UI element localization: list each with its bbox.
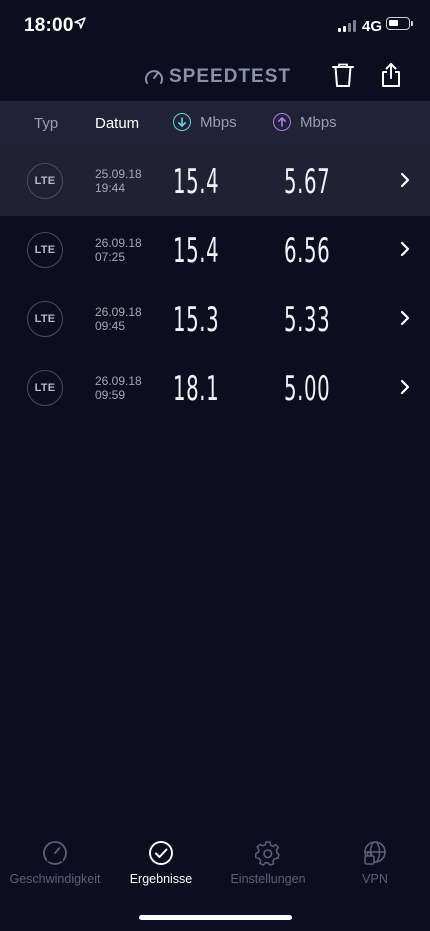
upload-arrow-icon <box>273 113 291 131</box>
chevron-right-icon <box>400 241 410 257</box>
connection-type-badge: LTE <box>27 163 63 199</box>
result-datetime: 26.09.18 09:59 <box>95 374 142 402</box>
speedtest-logo: SPEEDTEST <box>144 66 291 88</box>
network-type: 4G <box>362 18 383 35</box>
logo-text: SPEEDTEST <box>169 66 291 87</box>
result-time: 09:59 <box>95 388 126 402</box>
share-icon <box>382 63 400 87</box>
trash-icon <box>332 63 354 87</box>
result-time: 09:45 <box>95 319 126 333</box>
download-unit-label: Mbps <box>200 113 237 131</box>
tab-settings-label: Einstellungen <box>230 872 306 886</box>
speedometer-icon <box>145 70 163 84</box>
checkmark-circle-icon <box>149 841 173 865</box>
download-value: 15.3 <box>173 300 220 340</box>
result-time: 19:44 <box>95 181 126 195</box>
chevron-right-icon <box>400 379 410 395</box>
delete-button[interactable] <box>331 62 355 93</box>
tab-speed-label: Geschwindigkeit <box>9 872 101 886</box>
download-value: 15.4 <box>173 162 220 202</box>
result-row[interactable]: LTE 26.09.18 09:45 15.3 5.33 <box>0 285 430 354</box>
column-upload[interactable]: Mbps <box>273 113 337 131</box>
tab-vpn[interactable]: VPN <box>320 840 430 886</box>
share-button[interactable] <box>380 62 402 93</box>
column-date[interactable]: Datum <box>95 115 139 132</box>
result-date: 26.09.18 <box>95 374 142 388</box>
tab-bar: Geschwindigkeit Ergebnisse Einstellungen… <box>0 840 430 900</box>
download-value: 18.1 <box>173 369 220 409</box>
result-date: 26.09.18 <box>95 236 142 250</box>
result-datetime: 26.09.18 07:25 <box>95 236 142 264</box>
column-type[interactable]: Typ <box>34 115 58 132</box>
tab-results[interactable]: Ergebnisse <box>106 840 216 886</box>
result-row[interactable]: LTE 26.09.18 09:59 18.1 5.00 <box>0 354 430 423</box>
result-time: 07:25 <box>95 250 126 264</box>
speedometer-icon <box>43 841 67 865</box>
upload-value: 5.00 <box>284 369 331 409</box>
tab-settings[interactable]: Einstellungen <box>213 840 323 886</box>
upload-value: 5.33 <box>284 300 331 340</box>
column-download[interactable]: Mbps <box>173 113 237 131</box>
result-row[interactable]: LTE 26.09.18 07:25 15.4 6.56 <box>0 216 430 285</box>
status-time: 18:00 <box>24 15 74 36</box>
results-column-header: Typ Datum Mbps Mbps <box>0 101 430 147</box>
chevron-right-icon <box>400 172 410 188</box>
results-list: LTE 25.09.18 19:44 15.4 5.67 LTE 26.09.1… <box>0 147 430 423</box>
chevron-right-icon <box>400 310 410 326</box>
result-date: 25.09.18 <box>95 167 142 181</box>
tab-results-label: Ergebnisse <box>129 872 193 886</box>
home-indicator[interactable] <box>139 915 292 920</box>
download-value: 15.4 <box>173 231 220 271</box>
upload-value: 6.56 <box>284 231 331 271</box>
connection-type-badge: LTE <box>27 301 63 337</box>
result-datetime: 26.09.18 09:45 <box>95 305 142 333</box>
upload-unit-label: Mbps <box>300 113 337 131</box>
location-arrow-icon <box>74 17 86 29</box>
connection-type-badge: LTE <box>27 232 63 268</box>
result-row[interactable]: LTE 25.09.18 19:44 15.4 5.67 <box>0 147 430 216</box>
connection-type-badge: LTE <box>27 370 63 406</box>
download-arrow-icon <box>173 113 191 131</box>
tab-vpn-label: VPN <box>362 872 388 886</box>
globe-lock-icon <box>364 841 386 865</box>
app-header: SPEEDTEST <box>0 52 430 100</box>
result-datetime: 25.09.18 19:44 <box>95 167 142 195</box>
battery-icon <box>386 17 413 30</box>
status-bar: 18:00 4G <box>0 0 430 52</box>
result-date: 26.09.18 <box>95 305 142 319</box>
upload-value: 5.67 <box>284 162 331 202</box>
signal-icon <box>338 20 356 32</box>
tab-speed[interactable]: Geschwindigkeit <box>0 840 110 886</box>
gear-icon <box>255 841 280 866</box>
